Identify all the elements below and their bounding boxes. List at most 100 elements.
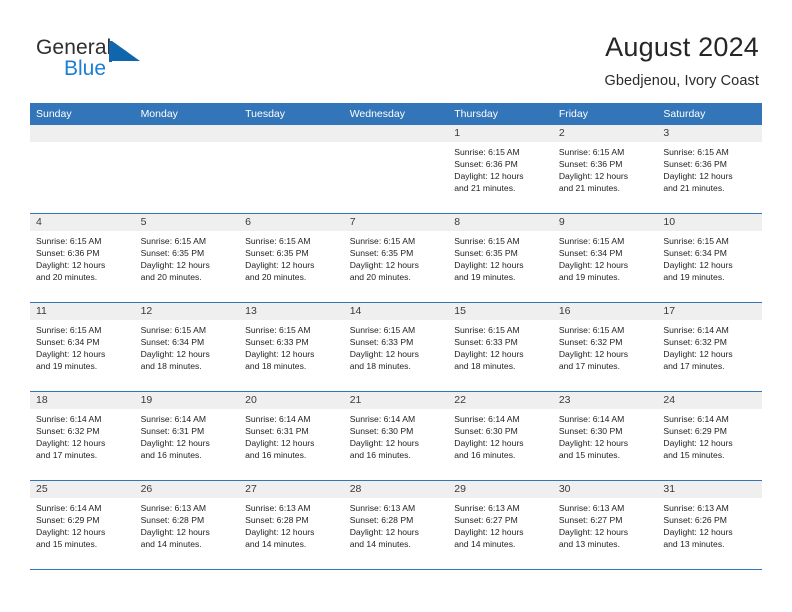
calendar-day-cell[interactable]: 19 Sunrise: 6:14 AM Sunset: 6:31 PM Dayligh… (134, 392, 240, 480)
daylight-duration-line2: and 18 minutes. (349, 361, 411, 372)
calendar-day-cell[interactable]: 5 Sunrise: 6:15 AM Sunset: 6:35 PM Daylight… (134, 214, 240, 302)
calendar-day-cell[interactable]: 3 Sunrise: 6:15 AM Sunset: 6:36 PM Daylight… (657, 125, 762, 213)
sunrise-time: Sunrise: 6:14 AM (140, 414, 207, 424)
sunset-time: Sunset: 6:28 PM (140, 515, 205, 526)
calendar-day-cell[interactable]: 15 Sunrise: 6:15 AM Sunset: 6:33 PM Dayligh… (448, 303, 553, 391)
calendar-day-cell[interactable]: 25 Sunrise: 6:14 AM Sunset: 6:29 PM Dayligh… (30, 481, 135, 569)
daylight-duration-line1: Daylight: 12 hours (558, 260, 629, 271)
sunrise-time: Sunrise: 6:15 AM (349, 236, 416, 246)
sunset-time: Sunset: 6:35 PM (454, 248, 518, 259)
calendar-day-cell[interactable]: 6 Sunrise: 6:15 AM Sunset: 6:35 PM Daylight… (239, 214, 344, 302)
calendar-day-cell[interactable]: 28 Sunrise: 6:13 AM Sunset: 6:28 PM Dayligh… (343, 481, 449, 569)
day-number: 14 (343, 303, 449, 320)
daylight-duration-line2: and 18 minutes. (245, 361, 307, 372)
sunrise-time: Sunrise: 6:14 AM (36, 414, 102, 424)
sunset-time: Sunset: 6:31 PM (245, 426, 309, 437)
daylight-duration-line1: Daylight: 12 hours (245, 527, 315, 538)
sunrise-time: Sunrise: 6:15 AM (454, 236, 520, 246)
calendar-day-cell[interactable]: 7 Sunrise: 6:15 AM Sunset: 6:35 PM Daylight… (343, 214, 449, 302)
calendar-day-cell[interactable]: 16 Sunrise: 6:15 AM Sunset: 6:32 PM Dayligh… (552, 303, 658, 391)
day-details: Sunrise: 6:15 AM Sunset: 6:34 PM Daylight:… (30, 320, 135, 372)
sunset-time: Sunset: 6:32 PM (36, 426, 100, 437)
calendar-day-cell-empty (239, 125, 344, 213)
sunset-time: Sunset: 6:30 PM (454, 426, 518, 437)
calendar-day-cell[interactable]: 13 Sunrise: 6:15 AM Sunset: 6:33 PM Dayligh… (239, 303, 344, 391)
calendar-day-cell[interactable]: 21 Sunrise: 6:14 AM Sunset: 6:30 PM Dayligh… (343, 392, 449, 480)
day-number: 26 (134, 481, 240, 498)
sunset-time: Sunset: 6:36 PM (36, 248, 100, 259)
sunrise-time: Sunrise: 6:14 AM (36, 503, 102, 513)
calendar-grid: Sunday Monday Tuesday Wednesday Thursday… (30, 103, 762, 570)
daylight-duration-line1: Daylight: 12 hours (140, 527, 210, 538)
day-number: 17 (657, 303, 762, 320)
daylight-duration-line2: and 19 minutes. (454, 272, 516, 283)
day-number: 3 (657, 125, 762, 142)
sunrise-time: Sunrise: 6:14 AM (663, 414, 729, 424)
day-number: 29 (448, 481, 553, 498)
calendar-day-cell[interactable]: 20 Sunrise: 6:14 AM Sunset: 6:31 PM Dayligh… (239, 392, 344, 480)
calendar-day-cell[interactable]: 11 Sunrise: 6:15 AM Sunset: 6:34 PM Dayligh… (30, 303, 135, 391)
day-number: 9 (552, 214, 658, 231)
daylight-duration-line1: Daylight: 12 hours (454, 349, 524, 360)
calendar-day-cell[interactable]: 26 Sunrise: 6:13 AM Sunset: 6:28 PM Dayligh… (134, 481, 240, 569)
daylight-duration-line1: Daylight: 12 hours (558, 171, 629, 182)
day-number: 2 (552, 125, 658, 142)
day-details: Sunrise: 6:15 AM Sunset: 6:36 PM Daylight:… (448, 142, 553, 194)
daylight-duration-line2: and 16 minutes. (349, 450, 411, 461)
calendar-day-cell[interactable]: 18 Sunrise: 6:14 AM Sunset: 6:32 PM Dayligh… (30, 392, 135, 480)
sunset-time: Sunset: 6:34 PM (36, 337, 100, 348)
daylight-duration-line1: Daylight: 12 hours (140, 349, 210, 360)
daylight-duration-line1: Daylight: 12 hours (36, 349, 106, 360)
daylight-duration-line2: and 21 minutes. (454, 183, 516, 194)
calendar-day-cell[interactable]: 29 Sunrise: 6:13 AM Sunset: 6:27 PM Dayligh… (448, 481, 553, 569)
weekday-header-friday: Friday (558, 108, 588, 120)
daylight-duration-line2: and 19 minutes. (663, 272, 725, 283)
calendar-day-cell[interactable]: 9 Sunrise: 6:15 AM Sunset: 6:34 PM Daylight… (552, 214, 658, 302)
day-number: 30 (552, 481, 658, 498)
day-details: Sunrise: 6:15 AM Sunset: 6:36 PM Daylight:… (30, 231, 135, 283)
day-details: Sunrise: 6:15 AM Sunset: 6:35 PM Daylight:… (135, 231, 240, 283)
calendar-day-cell[interactable]: 10 Sunrise: 6:15 AM Sunset: 6:34 PM Dayligh… (657, 214, 762, 302)
sunset-time: Sunset: 6:26 PM (663, 515, 727, 526)
daylight-duration-line2: and 14 minutes. (454, 539, 516, 550)
daylight-duration-line2: and 21 minutes. (663, 183, 725, 194)
daylight-duration-line2: and 14 minutes. (349, 539, 411, 550)
daylight-duration-line2: and 18 minutes. (140, 361, 202, 372)
brand-logo[interactable]: General Blue (36, 36, 236, 88)
day-number: 1 (448, 125, 553, 142)
calendar-day-cell[interactable]: 2 Sunrise: 6:15 AM Sunset: 6:36 PM Daylight… (552, 125, 658, 213)
day-details: Sunrise: 6:15 AM Sunset: 6:35 PM Daylight:… (239, 231, 344, 283)
calendar-day-cell[interactable]: 23 Sunrise: 6:14 AM Sunset: 6:30 PM Dayligh… (552, 392, 658, 480)
calendar-day-cell[interactable]: 14 Sunrise: 6:15 AM Sunset: 6:33 PM Dayligh… (343, 303, 449, 391)
daylight-duration-line2: and 13 minutes. (558, 539, 620, 550)
daylight-duration-line2: and 20 minutes. (36, 272, 98, 283)
calendar-day-cell-empty (30, 125, 135, 213)
daylight-duration-line2: and 14 minutes. (140, 539, 202, 550)
sunrise-time: Sunrise: 6:14 AM (454, 414, 520, 424)
sunrise-time: Sunrise: 6:15 AM (558, 325, 625, 335)
day-number (343, 125, 449, 142)
day-details: Sunrise: 6:15 AM Sunset: 6:34 PM Daylight:… (135, 320, 240, 372)
daylight-duration-line1: Daylight: 12 hours (349, 260, 419, 271)
day-number: 10 (657, 214, 762, 231)
calendar-week-row: 1 Sunrise: 6:15 AM Sunset: 6:36 PM Daylight… (30, 125, 762, 214)
calendar-day-cell[interactable]: 4 Sunrise: 6:15 AM Sunset: 6:36 PM Daylight… (30, 214, 135, 302)
day-details: Sunrise: 6:14 AM Sunset: 6:30 PM Daylight:… (448, 409, 553, 461)
calendar-day-cell[interactable]: 27 Sunrise: 6:13 AM Sunset: 6:28 PM Dayligh… (239, 481, 344, 569)
calendar-day-cell[interactable]: 24 Sunrise: 6:14 AM Sunset: 6:29 PM Dayligh… (657, 392, 762, 480)
sunrise-time: Sunrise: 6:13 AM (140, 503, 207, 513)
day-details: Sunrise: 6:13 AM Sunset: 6:27 PM Daylight:… (448, 498, 553, 550)
daylight-duration-line2: and 17 minutes. (36, 450, 98, 461)
sunrise-time: Sunrise: 6:15 AM (454, 325, 520, 335)
daylight-duration-line2: and 17 minutes. (663, 361, 725, 372)
calendar-day-cell[interactable]: 8 Sunrise: 6:15 AM Sunset: 6:35 PM Daylight… (448, 214, 553, 302)
daylight-duration-line1: Daylight: 12 hours (663, 438, 733, 449)
calendar-day-cell[interactable]: 22 Sunrise: 6:14 AM Sunset: 6:30 PM Dayligh… (448, 392, 553, 480)
calendar-day-cell[interactable]: 12 Sunrise: 6:15 AM Sunset: 6:34 PM Dayligh… (134, 303, 240, 391)
daylight-duration-line1: Daylight: 12 hours (663, 171, 733, 182)
calendar-day-cell[interactable]: 31 Sunrise: 6:13 AM Sunset: 6:26 PM Dayligh… (657, 481, 762, 569)
calendar-day-cell[interactable]: 1 Sunrise: 6:15 AM Sunset: 6:36 PM Daylight… (448, 125, 553, 213)
calendar-day-cell[interactable]: 17 Sunrise: 6:14 AM Sunset: 6:32 PM Dayligh… (657, 303, 762, 391)
sunrise-time: Sunrise: 6:13 AM (454, 503, 520, 513)
calendar-day-cell[interactable]: 30 Sunrise: 6:13 AM Sunset: 6:27 PM Dayligh… (552, 481, 658, 569)
